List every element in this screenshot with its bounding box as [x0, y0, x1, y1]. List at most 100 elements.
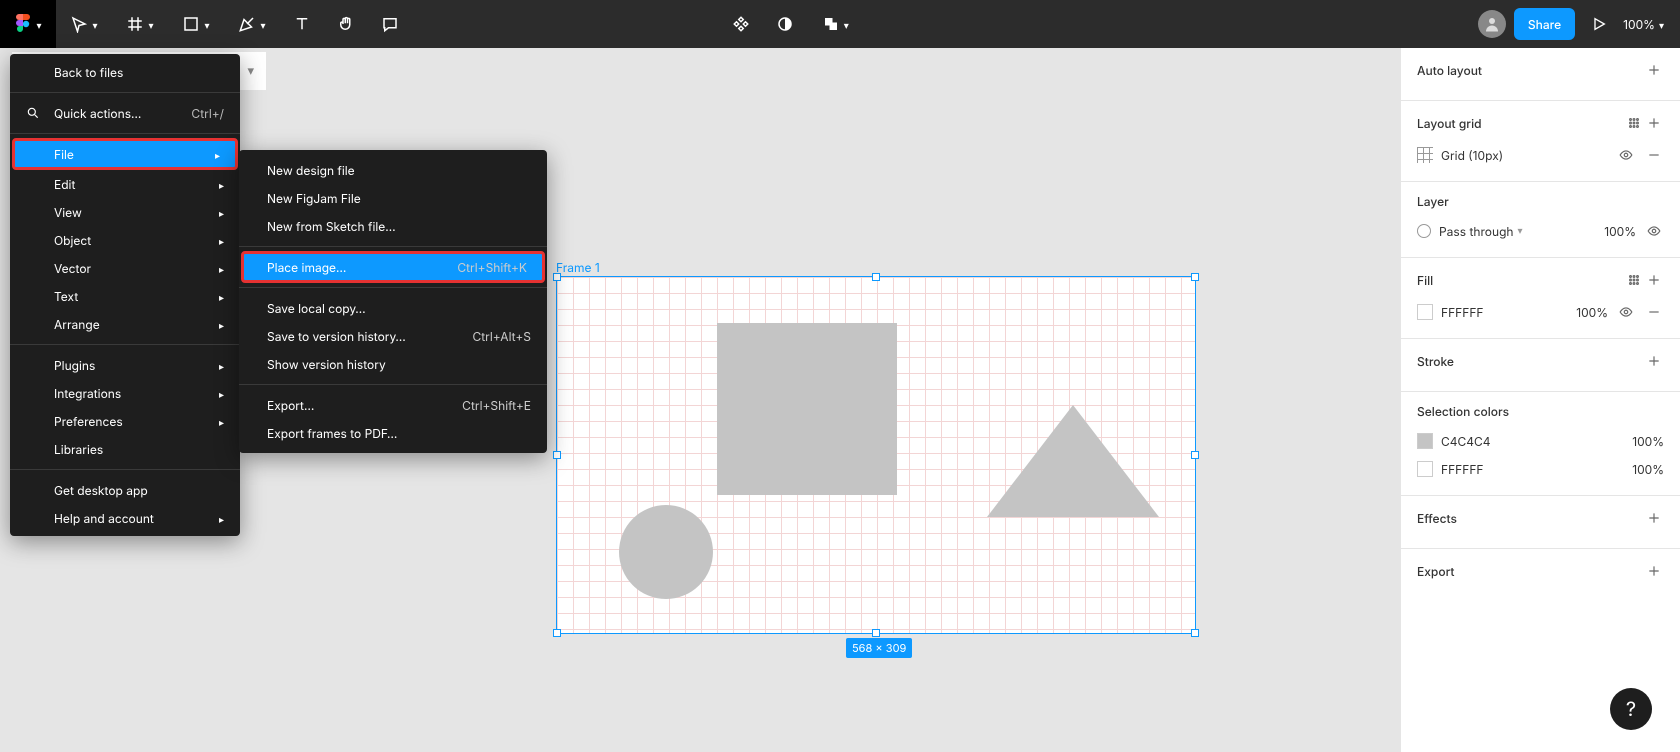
submenu-show-history[interactable]: Show version history [239, 350, 547, 378]
grid-dots-icon [1627, 273, 1641, 287]
sel-color-hex[interactable]: FFFFFF [1441, 462, 1624, 477]
plus-icon [1647, 354, 1661, 368]
fill-hex[interactable]: FFFFFF [1441, 305, 1568, 320]
hand-tool[interactable] [324, 0, 368, 48]
submenu-save-local[interactable]: Save local copy… [239, 294, 547, 322]
add-auto-layout-button[interactable] [1644, 60, 1664, 80]
layout-grid-title: Layout grid [1417, 116, 1482, 131]
grid-swatch-icon[interactable] [1417, 147, 1433, 163]
selection-handle[interactable] [553, 273, 561, 281]
section-stroke: Stroke [1401, 339, 1680, 392]
menu-text[interactable]: Text [10, 282, 240, 310]
submenu-place-image[interactable]: Place image… Ctrl+Shift+K [243, 253, 543, 281]
fill-swatch[interactable] [1417, 304, 1433, 320]
add-grid-button[interactable] [1644, 113, 1664, 133]
menu-preferences[interactable]: Preferences [10, 407, 240, 435]
sel-color-swatch[interactable] [1417, 433, 1433, 449]
remove-grid-button[interactable] [1644, 145, 1664, 165]
move-tool[interactable] [56, 0, 112, 48]
minus-icon [1647, 305, 1661, 319]
caret-down-icon [92, 17, 97, 32]
shape-rectangle[interactable] [717, 323, 897, 495]
submenu-new-figjam[interactable]: New FigJam File [239, 184, 547, 212]
share-button[interactable]: Share [1514, 8, 1575, 40]
selection-handle[interactable] [553, 629, 561, 637]
grid-settings-button[interactable] [1624, 113, 1644, 133]
menu-object[interactable]: Object [10, 226, 240, 254]
fill-visibility-button[interactable] [1616, 302, 1636, 322]
frame-name-label[interactable]: Frame 1 [556, 260, 600, 275]
menu-arrange[interactable]: Arrange [10, 310, 240, 338]
menu-vector[interactable]: Vector [10, 254, 240, 282]
eye-icon [1619, 148, 1633, 162]
comment-tool[interactable] [368, 0, 412, 48]
fill-styles-button[interactable] [1624, 270, 1644, 290]
layer-visibility-button[interactable] [1644, 221, 1664, 241]
sel-color-opacity[interactable]: 100% [1632, 462, 1664, 477]
file-submenu: New design file New FigJam File New from… [239, 150, 547, 453]
add-effect-button[interactable] [1644, 508, 1664, 528]
submenu-new-sketch[interactable]: New from Sketch file… [239, 212, 547, 240]
frame-tool[interactable] [112, 0, 168, 48]
menu-back-to-files[interactable]: Back to files [10, 58, 240, 86]
menu-get-desktop-app[interactable]: Get desktop app [10, 476, 240, 504]
menu-integrations[interactable]: Integrations [10, 379, 240, 407]
add-stroke-button[interactable] [1644, 351, 1664, 371]
plus-icon [1647, 564, 1661, 578]
sel-color-opacity[interactable]: 100% [1632, 434, 1664, 449]
section-fill: Fill FFFFFF 100% [1401, 258, 1680, 339]
shape-polygon[interactable] [987, 405, 1159, 517]
layer-opacity[interactable]: 100% [1604, 224, 1636, 239]
sel-color-swatch[interactable] [1417, 461, 1433, 477]
grid-label[interactable]: Grid (10px) [1441, 148, 1608, 163]
menu-quick-actions[interactable]: Quick actions… Ctrl+/ [10, 99, 240, 127]
caret-down-icon [148, 17, 153, 32]
chevron-right-icon [219, 233, 224, 248]
submenu-new-design[interactable]: New design file [239, 156, 547, 184]
selection-handle[interactable] [553, 451, 561, 459]
selection-handle[interactable] [1191, 273, 1199, 281]
shape-tool[interactable] [168, 0, 224, 48]
blend-mode-icon[interactable] [1417, 224, 1431, 238]
menu-file[interactable]: File [14, 140, 236, 168]
add-export-button[interactable] [1644, 561, 1664, 581]
submenu-export-pdf[interactable]: Export frames to PDF… [239, 419, 547, 447]
menu-help-account[interactable]: Help and account [10, 504, 240, 532]
fill-opacity[interactable]: 100% [1576, 305, 1608, 320]
main-menu-button[interactable] [0, 0, 56, 48]
shape-ellipse[interactable] [619, 505, 713, 599]
help-button[interactable]: ? [1610, 688, 1652, 730]
blend-mode-select[interactable]: Pass through ▾ [1439, 224, 1596, 239]
menu-libraries[interactable]: Libraries [10, 435, 240, 463]
selection-handle[interactable] [1191, 451, 1199, 459]
sel-colors-title: Selection colors [1417, 404, 1509, 419]
mask-tool[interactable] [763, 0, 807, 48]
submenu-export[interactable]: Export… Ctrl+Shift+E [239, 391, 547, 419]
submenu-save-history[interactable]: Save to version history… Ctrl+Alt+S [239, 322, 547, 350]
remove-fill-button[interactable] [1644, 302, 1664, 322]
zoom-value: 100% [1623, 17, 1655, 32]
selection-handle[interactable] [872, 273, 880, 281]
text-tool[interactable] [280, 0, 324, 48]
chevron-right-icon [215, 147, 220, 162]
boolean-tool[interactable] [807, 0, 863, 48]
selection-handle[interactable] [872, 629, 880, 637]
menu-view[interactable]: View [10, 198, 240, 226]
menu-edit[interactable]: Edit [10, 170, 240, 198]
selection-handle[interactable] [1191, 629, 1199, 637]
export-title: Export [1417, 564, 1455, 579]
sel-color-hex[interactable]: C4C4C4 [1441, 434, 1624, 449]
grid-visibility-button[interactable] [1616, 145, 1636, 165]
pen-tool[interactable] [224, 0, 280, 48]
fill-title: Fill [1417, 273, 1433, 288]
avatar[interactable] [1478, 10, 1506, 38]
chevron-right-icon [219, 511, 224, 526]
chevron-right-icon [219, 317, 224, 332]
zoom-control[interactable]: 100% [1623, 17, 1664, 32]
menu-plugins[interactable]: Plugins [10, 351, 240, 379]
component-tool[interactable] [719, 0, 763, 48]
section-effects: Effects [1401, 496, 1680, 549]
frame[interactable] [556, 276, 1196, 634]
add-fill-button[interactable] [1644, 270, 1664, 290]
prototype-play-button[interactable] [1583, 0, 1615, 48]
